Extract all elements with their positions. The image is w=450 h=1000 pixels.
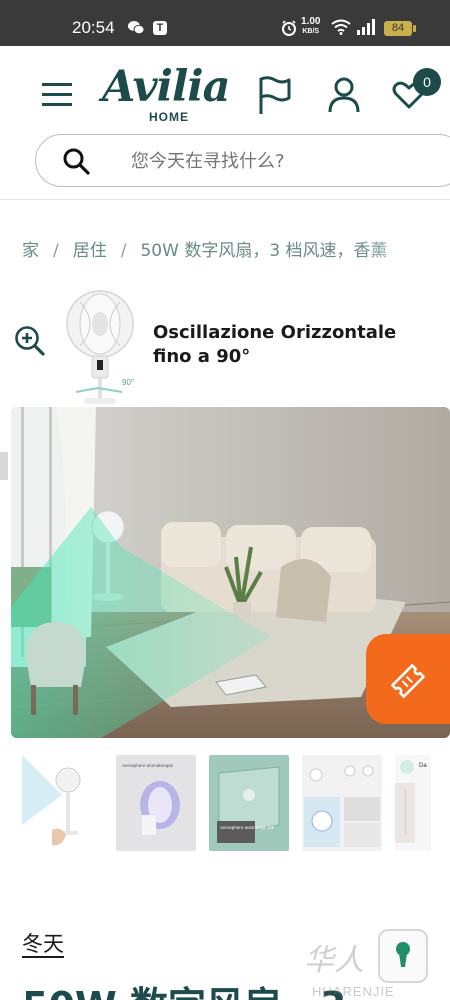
net-speed-unit: KB/S [302,28,320,35]
watermark-logo: 华人 HUARENJIE [304,943,395,999]
net-speed-value: 1.00 [301,16,321,27]
header-divider [0,199,450,200]
thumb-5-caption: Da [419,763,427,769]
status-bar: 20:54 T 1.00 KB/S 84 [0,0,450,46]
gallery-thumb-3[interactable]: Aerosphere autonomia 10h [209,755,289,851]
search-input[interactable] [131,147,431,175]
side-tab-handle[interactable] [0,452,8,480]
fan-feature-image: 90° [66,290,134,404]
thumb-2-caption: Aerosphere aromaterapia [122,763,174,768]
t-app-icon: T [153,21,167,35]
svg-text:华人: 华人 [304,943,364,978]
alarm-icon [282,20,296,36]
breadcrumb-item-product: 50W 数字风扇，3 档风速，香薰 [140,241,388,260]
gallery-thumbnails: Aerosphere aromaterapia Aerosphere auton… [22,755,450,851]
season-category-link[interactable]: 冬天 [22,928,64,958]
gallery-thumb-4[interactable] [302,755,382,851]
ticket-icon [391,664,425,698]
breadcrumb-fade [360,230,450,264]
search-icon[interactable] [62,147,90,175]
gallery-thumb-5[interactable]: Da [395,755,431,851]
breadcrumb-separator: / [53,241,59,260]
zoom-in-icon[interactable] [14,325,46,357]
logo-subtitle: HOME [149,110,189,124]
gallery-thumb-2[interactable]: Aerosphere aromaterapia [116,755,196,851]
svg-text:HUARENJIE: HUARENJIE [312,984,395,999]
wishlist-count-badge: 0 [413,68,441,96]
chat-button[interactable] [366,634,450,724]
feature-title: Oscillazione Orizzontale fino a 90° [153,322,397,367]
thumb-3-caption: Aerosphere autonomia 10h [220,825,275,830]
user-icon[interactable] [326,76,362,114]
gallery-thumb-1[interactable] [22,755,102,851]
angle-label: 90° [122,378,134,387]
wifi-icon [331,19,351,35]
battery-icon: 84 [384,21,416,36]
flag-icon[interactable] [256,74,292,116]
breadcrumb-item-living[interactable]: 居住 [73,236,107,260]
status-time: 20:54 [72,18,115,37]
logo-text: Avilia [102,62,230,112]
breadcrumb-separator: / [120,241,127,260]
menu-icon[interactable] [40,80,76,110]
logo[interactable]: Avilia HOME [102,62,230,126]
wechat-icon [128,21,144,34]
network-speed: 1.00 KB/S [301,17,320,37]
product-title: 50W 数字风扇，3 [22,975,346,1000]
breadcrumb-item-home[interactable]: 家 [22,236,39,260]
signal-icon [357,19,375,35]
